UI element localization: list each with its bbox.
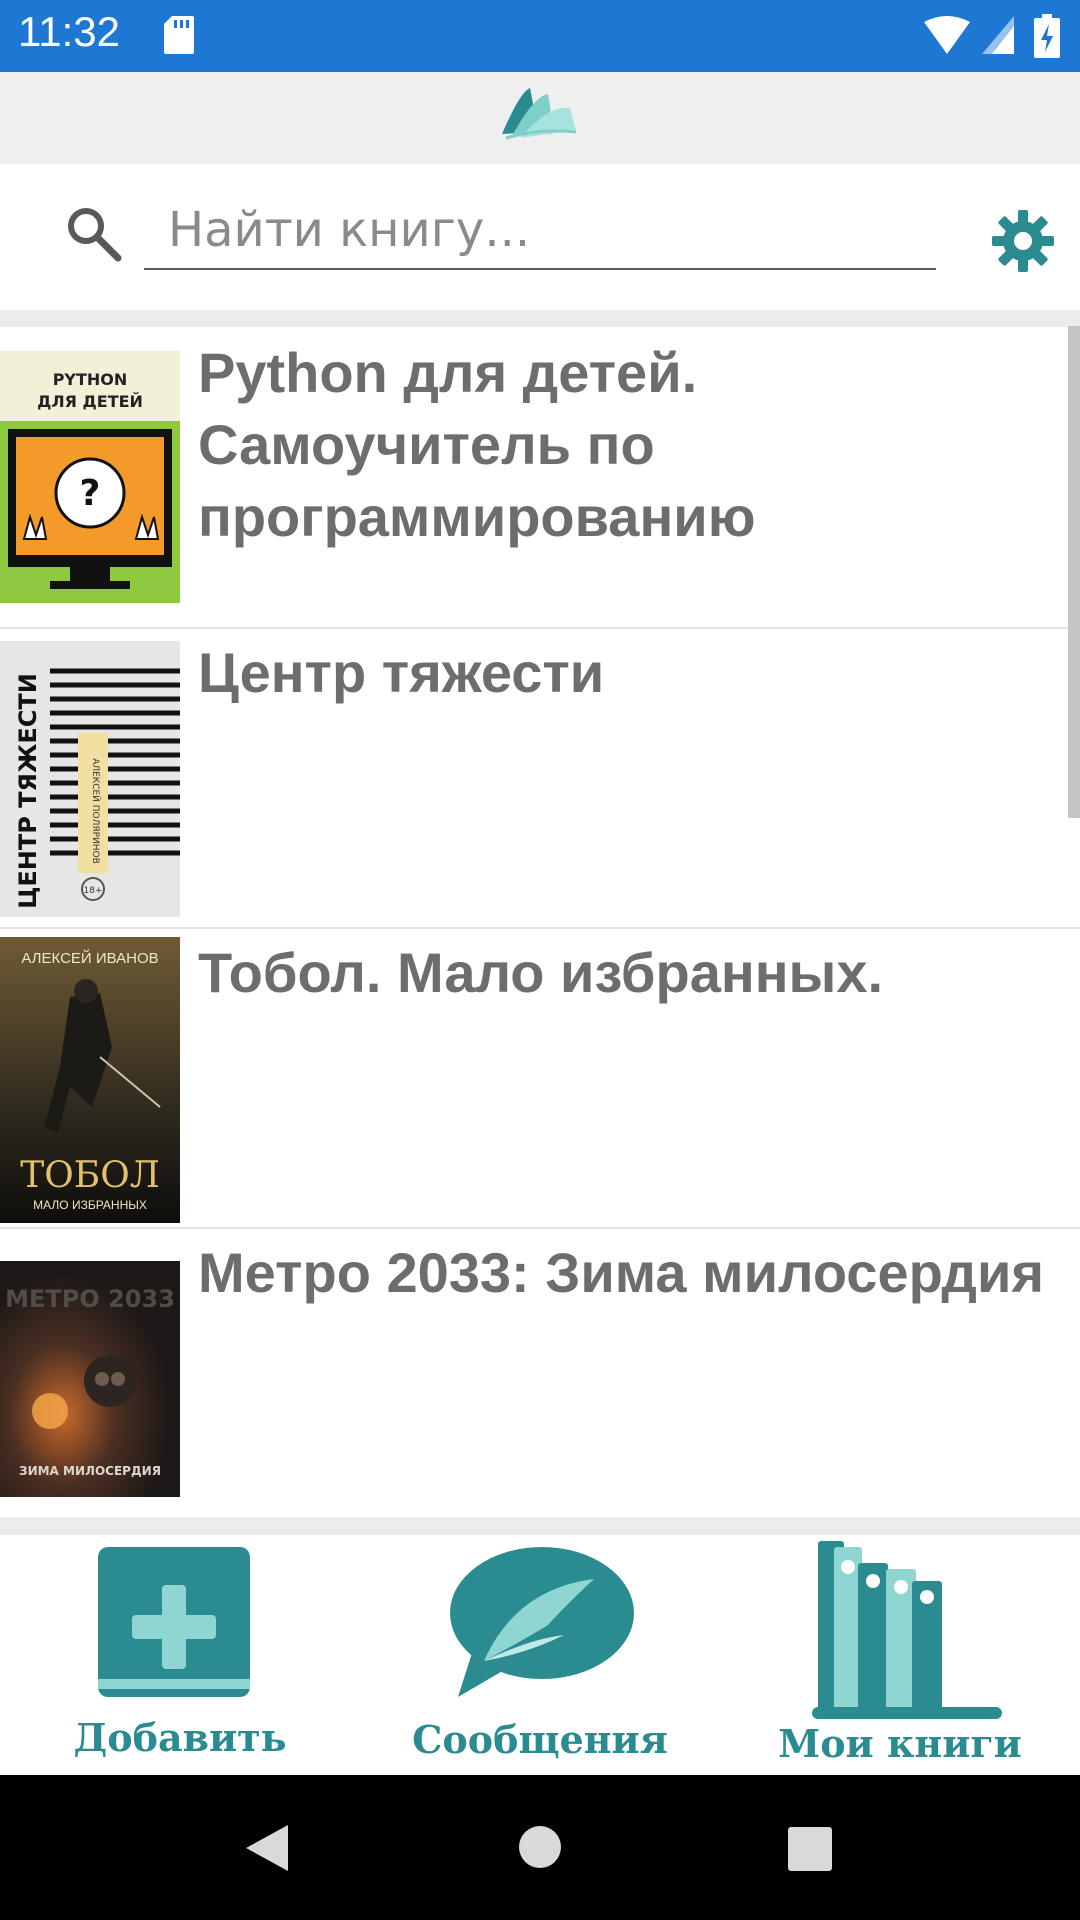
book-item-metro[interactable]: МЕТРО 2033 ЗИМА МИЛОСЕРДИЯ Метро 2033: З… xyxy=(0,1227,1080,1517)
book-logo-icon xyxy=(502,88,577,140)
search-icon[interactable] xyxy=(64,204,124,264)
search-input[interactable] xyxy=(144,192,936,270)
nav-messages-button[interactable]: Сообщения xyxy=(360,1535,720,1775)
metro-cover-subtitle: ЗИМА МИЛОСЕРДИЯ xyxy=(19,1464,161,1478)
svg-text:?: ? xyxy=(80,473,101,514)
status-bar: 11:32 xyxy=(0,0,1080,72)
nav-my-books-button[interactable]: Мои книги xyxy=(720,1535,1080,1775)
list-bottom-divider xyxy=(0,1517,1080,1535)
nav-messages-label: Сообщения xyxy=(412,1717,668,1762)
python-cover-subtitle: ДЛЯ ДЕТЕЙ xyxy=(37,392,143,411)
battery-icon xyxy=(1034,14,1060,58)
home-icon[interactable] xyxy=(518,1825,562,1869)
center-cover-title: ЦЕНТР ТЯЖЕСТИ xyxy=(14,673,42,909)
system-nav-bar xyxy=(0,1775,1080,1920)
gear-icon[interactable] xyxy=(990,208,1056,274)
tobol-cover-author: АЛЕКСЕЙ ИВАНОВ xyxy=(21,949,158,967)
center-cover-age: 18+ xyxy=(84,886,103,896)
bottom-nav: Добавить Сообщения Мои книги xyxy=(0,1535,1080,1775)
nav-add-button[interactable]: Добавить xyxy=(0,1535,360,1775)
book-title: Центр тяжести xyxy=(198,641,605,704)
tobol-cover-title: ТОБОЛ xyxy=(20,1155,160,1196)
metro-cover-title: МЕТРО 2033 xyxy=(5,1285,175,1313)
book-item-center[interactable]: АЛЕКСЕЙ ПОЛЯРИНОВ ЦЕНТР ТЯЖЕСТИ 18+ Цент… xyxy=(0,627,1080,929)
list-top-divider xyxy=(0,310,1080,327)
metro-2033-cover: МЕТРО 2033 ЗИМА МИЛОСЕРДИЯ xyxy=(0,1261,180,1497)
list-scrollbar[interactable] xyxy=(1068,326,1080,818)
book-title: Python для детей. Самоучитель по програм… xyxy=(198,341,756,548)
back-icon[interactable] xyxy=(244,1823,290,1873)
python-book-cover: PYTHON ДЛЯ ДЕТЕЙ ? xyxy=(0,351,180,603)
messages-icon xyxy=(450,1547,634,1697)
tobol-cover-subtitle: МАЛО ИЗБРАННЫХ xyxy=(33,1198,147,1212)
python-cover-title: PYTHON xyxy=(53,370,128,389)
app-bar xyxy=(0,72,1080,164)
recents-icon[interactable] xyxy=(788,1827,832,1871)
book-title: Тобол. Мало избранных. xyxy=(198,941,884,1004)
nav-my-books-label: Мои книги xyxy=(778,1721,1022,1766)
book-item-python[interactable]: PYTHON ДЛЯ ДЕТЕЙ ? Python для детей. Сам… xyxy=(0,327,1080,629)
tobol-cover: АЛЕКСЕЙ ИВАНОВ ТОБОЛ МАЛО ИЗБРАННЫХ xyxy=(0,937,180,1223)
sd-card-icon xyxy=(164,16,194,54)
center-of-gravity-cover: АЛЕКСЕЙ ПОЛЯРИНОВ ЦЕНТР ТЯЖЕСТИ 18+ xyxy=(0,641,180,917)
my-books-icon xyxy=(812,1541,1002,1719)
book-item-tobol[interactable]: АЛЕКСЕЙ ИВАНОВ ТОБОЛ МАЛО ИЗБРАННЫХ Тобо… xyxy=(0,927,1080,1229)
status-time: 11:32 xyxy=(18,8,120,55)
search-bar xyxy=(0,164,1080,310)
center-cover-author: АЛЕКСЕЙ ПОЛЯРИНОВ xyxy=(90,758,102,864)
nav-add-label: Добавить xyxy=(73,1715,287,1760)
add-book-icon xyxy=(98,1547,250,1697)
book-list[interactable]: PYTHON ДЛЯ ДЕТЕЙ ? Python для детей. Сам… xyxy=(0,327,1080,1517)
book-title: Метро 2033: Зима милосердия xyxy=(198,1241,1045,1304)
wifi-icon xyxy=(924,16,1014,54)
